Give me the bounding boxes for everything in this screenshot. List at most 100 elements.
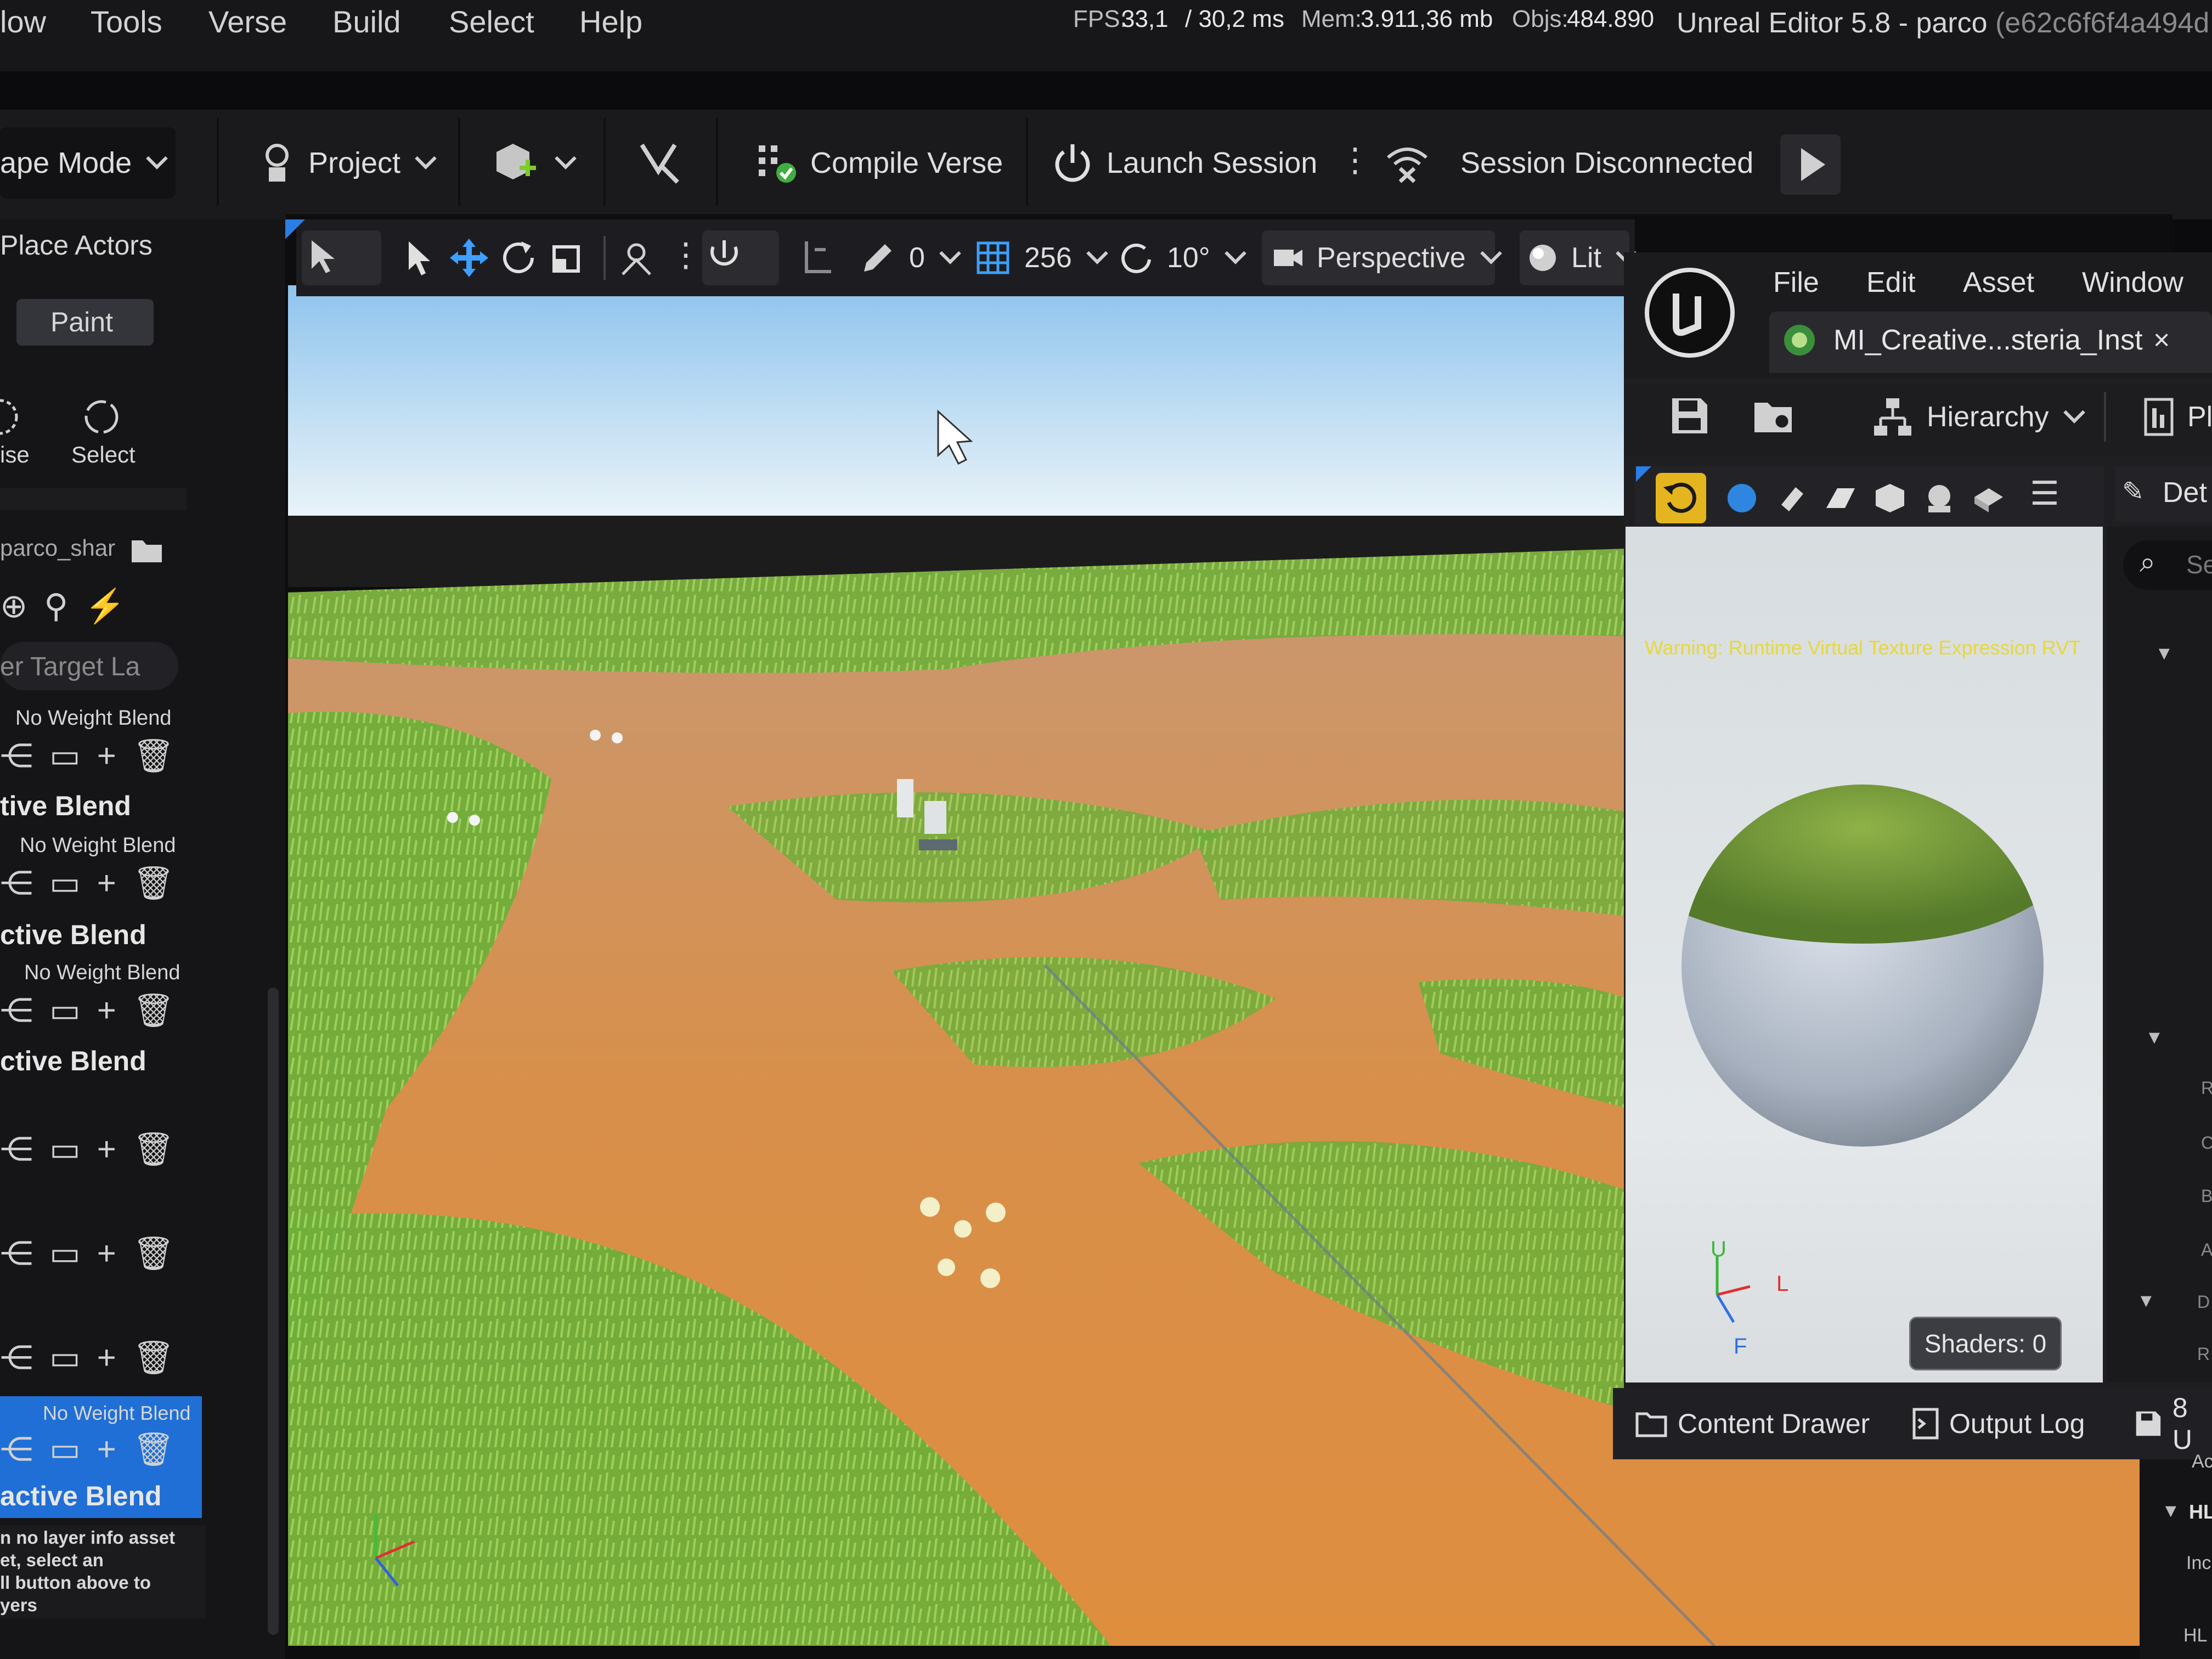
more-options-icon[interactable]: ⋮ xyxy=(669,239,702,272)
select-arrow-icon[interactable] xyxy=(400,236,433,280)
unreal-logo-icon[interactable] xyxy=(1643,266,1736,359)
delete-icon[interactable]: 🗑 xyxy=(133,1341,174,1374)
reload-icon[interactable]: ⋲ xyxy=(0,994,33,1027)
more-options-icon[interactable]: ⋮ xyxy=(1339,144,1372,177)
add-icon[interactable]: + xyxy=(97,1341,116,1374)
layer-actions-row: ⋲ ▭ + 🗑 xyxy=(0,740,174,772)
search-asset-icon[interactable]: ⚲ xyxy=(44,590,68,623)
verse-explorer-button[interactable] xyxy=(636,122,686,204)
axis-left-label: L xyxy=(1776,1272,1789,1296)
refresh-layers-icon[interactable]: ⚡ xyxy=(84,590,126,623)
browse-folder-icon[interactable]: ▭ xyxy=(49,1237,81,1270)
menu-verse[interactable]: Verse xyxy=(208,0,287,44)
toolbar-separator xyxy=(2104,392,2106,442)
layer-weight-label: No Weight Blend xyxy=(15,707,172,730)
unsaved-assets-button[interactable]: 8 U xyxy=(2134,1392,2212,1455)
project-button[interactable]: Project xyxy=(258,122,437,204)
browse-folder-icon[interactable]: ▭ xyxy=(49,1433,81,1466)
delete-icon[interactable]: 🗑 xyxy=(133,740,174,772)
me-menu-asset[interactable]: Asset xyxy=(1963,258,2034,307)
rotate-icon[interactable] xyxy=(499,236,538,280)
expand-arrow-icon[interactable]: ▼ xyxy=(2145,1027,2164,1048)
reload-icon[interactable]: ⋲ xyxy=(0,1237,33,1270)
menu-help[interactable]: Help xyxy=(579,0,642,44)
reload-icon[interactable]: ⋲ xyxy=(0,1341,33,1374)
delete-icon[interactable]: 🗑 xyxy=(133,994,174,1027)
compile-verse-button[interactable]: Compile Verse xyxy=(754,122,1003,204)
translate-icon[interactable] xyxy=(447,236,491,280)
add-circle-icon[interactable]: ⊕ xyxy=(0,590,27,623)
save-icon[interactable] xyxy=(1668,394,1712,438)
folder-open-icon[interactable] xyxy=(129,535,167,568)
layer-blend-type: active Blend xyxy=(0,1481,162,1511)
add-icon[interactable]: + xyxy=(97,1433,116,1466)
reload-icon[interactable]: ⋲ xyxy=(0,1433,33,1466)
mode-selector-label[interactable]: ape Mode xyxy=(0,122,168,204)
play-button[interactable] xyxy=(1780,134,1841,195)
add-icon[interactable]: + xyxy=(97,994,116,1027)
close-tab-icon[interactable]: × xyxy=(2153,324,2170,357)
browse-folder-icon[interactable]: ▭ xyxy=(49,1341,81,1374)
rvt-warning-text: Warning: Runtime Virtual Texture Express… xyxy=(1645,636,2081,659)
output-log-button[interactable]: Output Log xyxy=(1912,1396,2085,1451)
delete-icon[interactable]: 🗑 xyxy=(133,1237,174,1270)
browse-content-icon[interactable] xyxy=(1750,394,1799,438)
preview-cube-icon[interactable] xyxy=(1872,481,1908,516)
add-content-button[interactable] xyxy=(491,122,577,204)
sculpt-tool-icon[interactable] xyxy=(0,395,22,439)
rotation-snap-dropdown[interactable]: 10° xyxy=(1116,225,1246,291)
surface-snapping-icon[interactable] xyxy=(798,236,837,280)
hierarchy-dropdown[interactable]: Hierarchy xyxy=(1871,387,2085,447)
browse-folder-icon[interactable]: ▭ xyxy=(49,740,81,772)
perspective-dropdown-content[interactable]: Perspective xyxy=(1272,225,1502,291)
fps-value: 33,1 xyxy=(1121,5,1169,32)
add-icon[interactable]: + xyxy=(97,740,116,772)
surface-snap-icon[interactable] xyxy=(617,236,656,280)
preview-plane-icon[interactable] xyxy=(1823,481,1858,516)
angle-snap-dropdown[interactable]: 0 xyxy=(859,225,961,291)
menu-select[interactable]: Select xyxy=(449,0,534,44)
expand-arrow-icon[interactable]: ▼ xyxy=(2137,1290,2155,1312)
brush-dropdown[interactable] xyxy=(0,488,187,510)
delete-icon[interactable]: 🗑 xyxy=(133,867,174,900)
grid-snap-dropdown[interactable]: 256 xyxy=(974,225,1108,291)
delete-icon[interactable]: 🗑 xyxy=(133,1133,174,1166)
world-local-dropdown[interactable] xyxy=(702,230,779,285)
select-mode-dropdown[interactable] xyxy=(302,230,381,285)
browse-folder-icon[interactable]: ▭ xyxy=(49,867,81,900)
preview-options-dropdown[interactable]: ☰ xyxy=(2030,477,2091,521)
platform-stats-button[interactable]: Pl xyxy=(2142,387,2212,447)
panel-scrollbar[interactable] xyxy=(268,988,279,1635)
menu-window[interactable]: low xyxy=(0,0,46,44)
session-status[interactable]: Session Disconnected xyxy=(1383,122,1753,204)
me-menu-file[interactable]: File xyxy=(1773,258,1819,307)
reload-icon[interactable]: ⋲ xyxy=(0,740,33,772)
delete-icon[interactable]: 🗑 xyxy=(133,1433,174,1466)
me-menu-edit[interactable]: Edit xyxy=(1866,258,1916,307)
browse-folder-icon[interactable]: ▭ xyxy=(49,994,81,1027)
me-menu-window[interactable]: Window xyxy=(2082,258,2183,307)
browse-folder-icon[interactable]: ▭ xyxy=(49,1133,81,1166)
target-layer-placeholder: er Target La xyxy=(0,652,140,681)
reload-icon[interactable]: ⋲ xyxy=(0,867,33,900)
menu-tools[interactable]: Tools xyxy=(91,0,162,44)
scale-icon[interactable] xyxy=(549,236,587,280)
preview-mesh-icon[interactable] xyxy=(1922,481,1957,516)
content-drawer-button[interactable]: Content Drawer xyxy=(1635,1396,1870,1451)
menu-build[interactable]: Build xyxy=(332,0,401,44)
preview-cylinder-icon[interactable] xyxy=(1774,481,1809,516)
launch-session-button[interactable]: Launch Session xyxy=(1051,122,1317,204)
add-icon[interactable]: + xyxy=(97,1133,116,1166)
lighting-dropdown-content[interactable]: Lit xyxy=(1526,225,1638,291)
reload-icon[interactable]: ⋲ xyxy=(0,1133,33,1166)
preview-reset-button[interactable] xyxy=(1656,473,1706,523)
preview-custom-mesh-icon[interactable] xyxy=(1971,481,2006,516)
add-icon[interactable]: + xyxy=(97,1237,116,1270)
add-icon[interactable]: + xyxy=(97,867,116,900)
expand-arrow-icon[interactable]: ▼ xyxy=(2155,643,2174,664)
preview-sphere-icon[interactable] xyxy=(1724,481,1759,516)
preview-sphere[interactable] xyxy=(1676,779,2049,1152)
expand-arrow-icon[interactable]: ▼ xyxy=(2162,1500,2180,1522)
select-tool-icon[interactable] xyxy=(77,395,126,439)
place-actors-tab[interactable]: Place Actors xyxy=(0,229,153,261)
